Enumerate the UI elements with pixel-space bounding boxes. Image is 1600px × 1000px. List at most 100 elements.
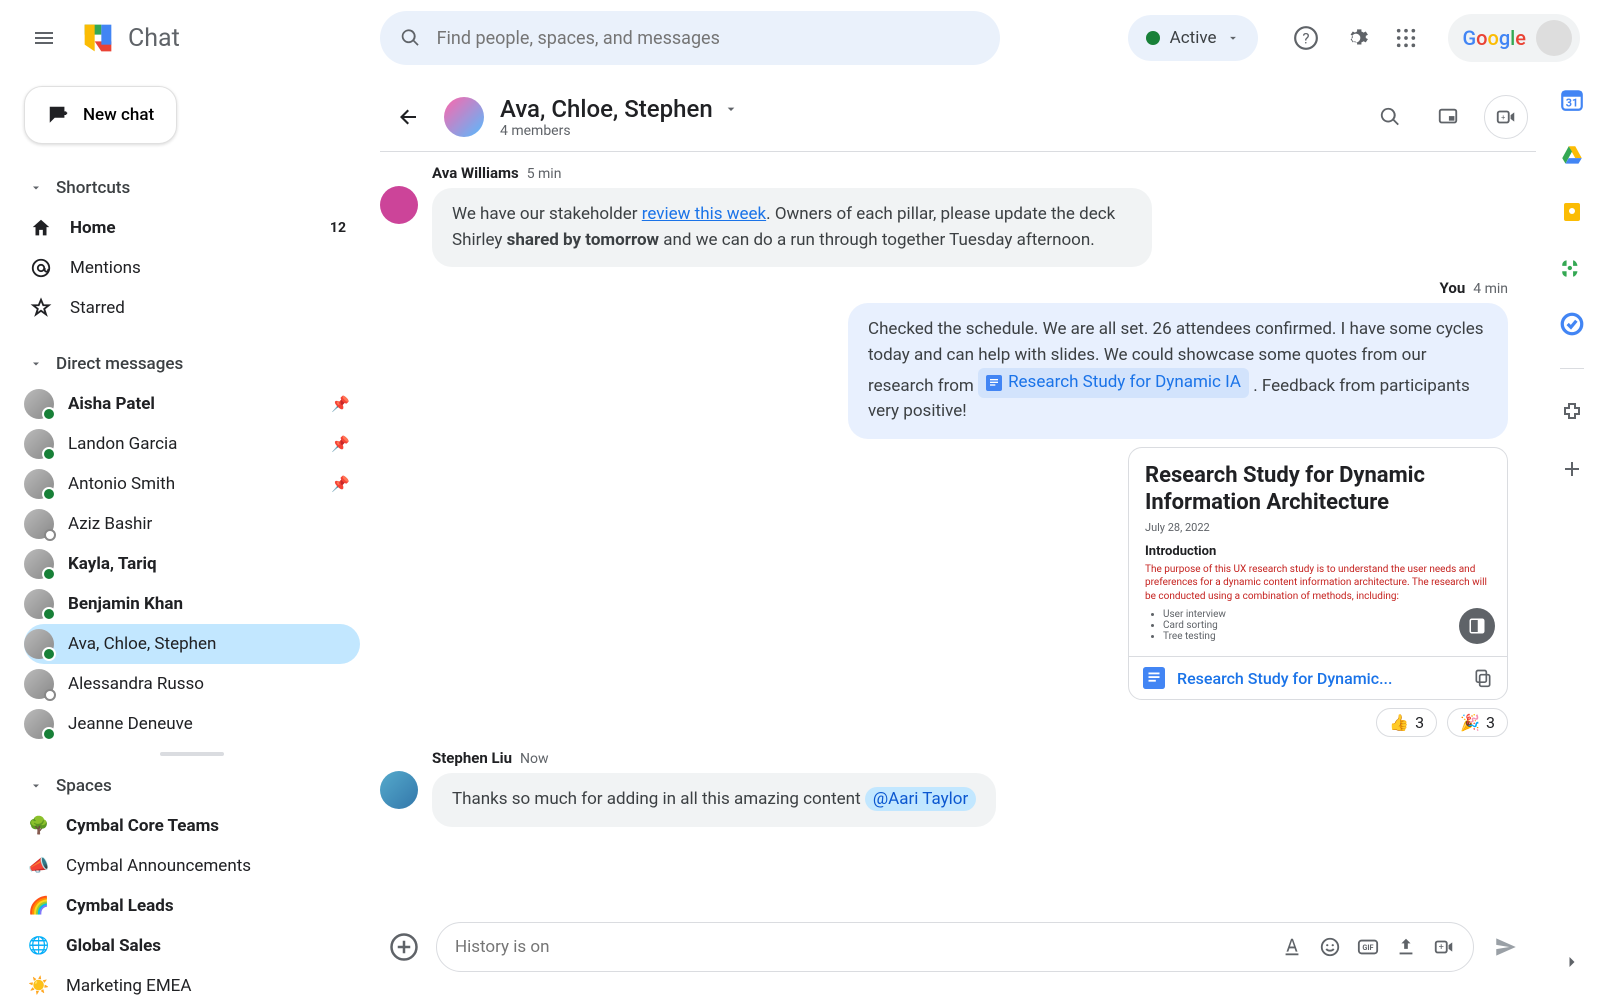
doc-attachment[interactable]: Research Study for Dynamic Information A…: [1128, 447, 1508, 701]
sidebar: New chat Shortcuts Home 12 Mentions Star…: [0, 76, 380, 1000]
tasks-rail-icon[interactable]: [1558, 310, 1586, 338]
message-avatar: [380, 186, 418, 224]
mentions-icon: [30, 257, 52, 279]
avatar: [24, 669, 54, 699]
send-button[interactable]: [1486, 927, 1526, 967]
section-dm[interactable]: Direct messages: [24, 344, 360, 384]
space-item[interactable]: ☀️Marketing EMEA: [24, 966, 360, 1000]
space-item[interactable]: 📣Cymbal Announcements: [24, 846, 360, 886]
space-emoji-icon: 🌳: [26, 816, 52, 836]
docs-icon: [986, 375, 1002, 391]
search-icon: [400, 27, 421, 49]
section-shortcuts[interactable]: Shortcuts: [24, 168, 360, 208]
video-call-button[interactable]: +: [1484, 95, 1528, 139]
side-panel-toggle[interactable]: [1459, 608, 1495, 644]
drive-rail-icon[interactable]: [1558, 142, 1586, 170]
search-bar[interactable]: [380, 11, 1000, 65]
dm-item[interactable]: Aziz Bashir: [24, 504, 360, 544]
home-icon: [30, 217, 52, 239]
conversation-title[interactable]: Ava, Chloe, Stephen: [500, 95, 739, 123]
logo-area: Chat: [78, 18, 358, 58]
message-bubble: Thanks so much for adding in all this am…: [432, 773, 996, 827]
svg-text:GIF: GIF: [1362, 943, 1373, 952]
dm-item[interactable]: Benjamin Khan: [24, 584, 360, 624]
space-emoji-icon: ☀️: [26, 976, 52, 996]
conversation-subtitle: 4 members: [500, 123, 739, 139]
search-conversation-button[interactable]: [1368, 95, 1412, 139]
nav-home[interactable]: Home 12: [24, 208, 360, 248]
space-emoji-icon: 🌈: [26, 896, 52, 916]
reaction[interactable]: 🎉3: [1447, 708, 1508, 737]
status-chip[interactable]: Active: [1128, 15, 1259, 61]
message-bubble: Checked the schedule. We are all set. 26…: [848, 303, 1508, 439]
back-button[interactable]: [388, 97, 428, 137]
doc-chip[interactable]: Research Study for Dynamic IA: [978, 368, 1249, 398]
dm-item[interactable]: Landon Garcia📌: [24, 424, 360, 464]
add-button[interactable]: [384, 927, 424, 967]
dm-item[interactable]: Alessandra Russo: [24, 664, 360, 704]
gif-icon[interactable]: GIF: [1357, 936, 1379, 958]
search-input[interactable]: [437, 28, 980, 49]
nav-mentions[interactable]: Mentions: [24, 248, 360, 288]
space-item[interactable]: 🌳Cymbal Core Teams: [24, 806, 360, 846]
message-link[interactable]: review this week: [642, 204, 766, 224]
message-author: Ava Williams: [432, 164, 519, 182]
svg-text:?: ?: [1303, 29, 1310, 47]
avatar: [24, 709, 54, 739]
side-rail: 31: [1544, 76, 1600, 1000]
space-item[interactable]: 🌐Global Sales: [24, 926, 360, 966]
avatar: [24, 429, 54, 459]
caret-down-icon: [30, 182, 42, 194]
avatar: [24, 629, 54, 659]
reaction[interactable]: 👍3: [1376, 708, 1437, 737]
meet-rail-icon[interactable]: [1558, 254, 1586, 282]
compose-box[interactable]: GIF +: [436, 922, 1474, 972]
upload-icon[interactable]: [1395, 936, 1417, 958]
apps-button[interactable]: [1392, 24, 1420, 52]
dm-item[interactable]: Kayla, Tariq: [24, 544, 360, 584]
attachment-name: Research Study for Dynamic...: [1177, 669, 1461, 688]
collapse-rail-icon[interactable]: [1558, 948, 1586, 976]
rail-divider: [1560, 368, 1584, 369]
section-spaces[interactable]: Spaces: [24, 766, 360, 806]
caret-down-icon: [30, 780, 42, 792]
video-icon[interactable]: +: [1433, 936, 1455, 958]
add-rail-icon[interactable]: [1558, 455, 1586, 483]
dm-item[interactable]: Jeanne Deneuve: [24, 704, 360, 744]
mention-chip[interactable]: @Aari Taylor: [865, 787, 976, 811]
pin-icon: 📌: [331, 395, 350, 413]
caret-down-icon: [30, 358, 42, 370]
copy-icon[interactable]: [1473, 668, 1493, 688]
format-icon[interactable]: [1281, 936, 1303, 958]
svg-text:+: +: [1439, 943, 1444, 953]
pin-icon: 📌: [331, 435, 350, 453]
calendar-rail-icon[interactable]: 31: [1558, 86, 1586, 114]
message-time: 5 min: [527, 166, 562, 182]
help-button[interactable]: ?: [1292, 24, 1320, 52]
emoji-icon[interactable]: [1319, 936, 1341, 958]
account-chip[interactable]: Google: [1448, 14, 1580, 62]
space-emoji-icon: 📣: [26, 856, 52, 876]
conversation-avatar: [444, 97, 484, 137]
addons-rail-icon[interactable]: [1558, 399, 1586, 427]
message-author: You: [1440, 279, 1466, 297]
star-icon: [30, 297, 52, 319]
svg-text:31: 31: [1566, 97, 1578, 110]
avatar: [24, 549, 54, 579]
space-item[interactable]: 🌈Cymbal Leads: [24, 886, 360, 926]
compose-input[interactable]: [455, 937, 1267, 957]
main-menu-button[interactable]: [20, 14, 68, 62]
dm-item-active[interactable]: Ava, Chloe, Stephen: [24, 624, 360, 664]
account-brand: Google: [1462, 26, 1526, 50]
nav-starred[interactable]: Starred: [24, 288, 360, 328]
avatar: [24, 589, 54, 619]
dm-item[interactable]: Aisha Patel📌: [24, 384, 360, 424]
message-time: Now: [520, 751, 549, 767]
dm-item[interactable]: Antonio Smith📌: [24, 464, 360, 504]
new-chat-button[interactable]: New chat: [24, 86, 177, 144]
settings-button[interactable]: [1342, 24, 1370, 52]
keep-rail-icon[interactable]: [1558, 198, 1586, 226]
chat-logo-icon: [78, 18, 118, 58]
pin-icon: 📌: [331, 475, 350, 493]
present-button[interactable]: [1426, 95, 1470, 139]
